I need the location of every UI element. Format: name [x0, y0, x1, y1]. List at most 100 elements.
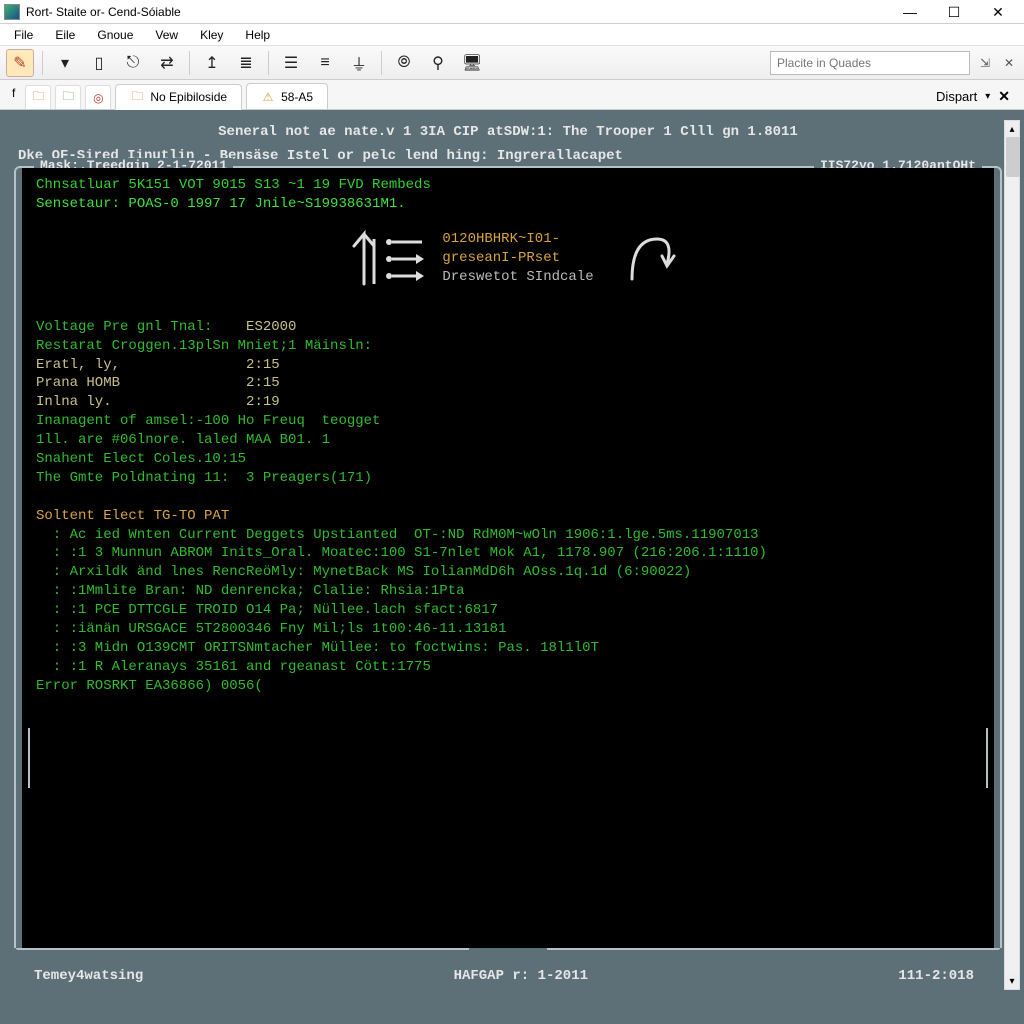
folder-orange-icon: 🗀: [32, 87, 44, 108]
tab-label: No Epibiloside: [150, 90, 227, 104]
vertical-scrollbar[interactable]: ▴ ▾: [1004, 120, 1020, 990]
menu-file[interactable]: File: [4, 26, 43, 44]
term-line: Sensetaur: POAS-0 1997 17 Jnile~S1993863…: [36, 195, 980, 214]
scroll-track[interactable]: [1005, 137, 1019, 973]
kv-row: Voltage Pre gnl Tnal: ES2000: [36, 318, 980, 337]
toolbar-sep: [189, 51, 190, 75]
workspace: Seneral not ae nate.v 1 3IA CIP atSDW:1:…: [0, 110, 1024, 1024]
list-item: : :iänän URSGACE 5T2800346 Fny Mil;ls 1t…: [36, 620, 980, 639]
section2-title: Soltent Elect TG-TO PAT: [36, 507, 980, 526]
diagram-label-3: Dreswetot SIndcale: [442, 268, 593, 287]
tab-short-3[interactable]: ◎: [85, 85, 111, 109]
tab-strip: f 🗀 🗀 ◎ 🗀 No Epibiloside ⚠ 58-A5 Dispart…: [0, 80, 1024, 110]
tool-lamp-icon[interactable]: ▯: [85, 49, 113, 77]
menu-view[interactable]: Vew: [145, 26, 188, 44]
diagram: 0120HBHRK~I01- greseanI-PRset Dreswetot …: [36, 224, 980, 294]
kv-row: Eratl, ly, 2:15: [36, 356, 980, 375]
tool-monitor-icon[interactable]: 🖥: [458, 49, 486, 77]
tool-paint-icon[interactable]: ✎: [6, 49, 34, 77]
tool-share-icon[interactable]: ⇄: [153, 49, 181, 77]
main-toolbar: ✎ ▾ ▯ ⎋ ⇄ ↥ ≣ ☰ ≡ ⏚ ⦾ ⚲ 🖥 ⇲ ✕: [0, 46, 1024, 80]
diagram-labels: 0120HBHRK~I01- greseanI-PRset Dreswetot …: [442, 230, 593, 287]
list-item: : :1Mmlite Bran: ND denrencka; Clalie: R…: [36, 582, 980, 601]
arrow-left-icon: [334, 224, 424, 294]
console-frame: Seneral not ae nate.v 1 3IA CIP atSDW:1:…: [14, 120, 1002, 990]
footer-left: Temey4watsing: [28, 968, 149, 984]
tab-right-control: Dispart ▾ ✕: [928, 88, 1018, 109]
bracket-right: [970, 728, 988, 788]
kv-row: Prana HOMB 2:15: [36, 374, 980, 393]
kv-row: Inlna ly. 2:19: [36, 393, 980, 412]
error-line: Error ROSRKT EA36866) 0056(: [36, 677, 980, 696]
target-red-icon: ◎: [93, 91, 103, 105]
section-raw: Inanagent of amsel:-100 Ho Freuq teogget…: [36, 412, 980, 488]
term-line: Inanagent of amsel:-100 Ho Freuq teogget: [36, 412, 980, 431]
toolbar-sep: [42, 51, 43, 75]
tab-prefix: f: [6, 86, 21, 104]
bracket-left: [28, 728, 46, 788]
menu-help[interactable]: Help: [235, 26, 280, 44]
folder-icon: 🗀: [130, 90, 144, 104]
app-icon: [4, 4, 20, 20]
term-line: The Gmte Poldnating 11: 3 Preagers(171): [36, 469, 980, 488]
section-list: : Ac ied Wnten Current Deggets Upstiante…: [36, 526, 980, 677]
list-item: : Ac ied Wnten Current Deggets Upstiante…: [36, 526, 980, 545]
minimize-button[interactable]: ―: [888, 1, 932, 23]
search-input[interactable]: [770, 51, 970, 75]
tool-branch-icon[interactable]: ⎋: [119, 49, 147, 77]
scroll-down-icon[interactable]: ▾: [1005, 973, 1019, 989]
tool-dropdown-icon[interactable]: ▾: [51, 49, 79, 77]
tool-up-arrow-icon[interactable]: ↥: [198, 49, 226, 77]
console-title: Seneral not ae nate.v 1 3IA CIP atSDW:1:…: [14, 120, 1002, 148]
term-line: 1ll. are #06lnore. laled MAA B01. 1: [36, 431, 980, 450]
tab-short-1[interactable]: 🗀: [25, 85, 51, 109]
term-line: Chnsatluar 5K151 VOT 9015 S13 ~1 19 FVD …: [36, 176, 980, 195]
close-button[interactable]: ✕: [976, 1, 1020, 23]
console-footer: Temey4watsing HAFGAP r: 1-2011 111-2:018: [28, 968, 980, 984]
window-title: Rort- Staite or- Cend-Sóiable: [26, 5, 888, 19]
chevron-down-icon[interactable]: ▾: [985, 91, 990, 102]
warn-icon: ⚠: [261, 90, 275, 104]
diagram-label-2: greseanI-PRset: [442, 249, 593, 268]
search-close-icon[interactable]: ✕: [1000, 54, 1018, 72]
list-item: : Arxildk änd lnes RencReöMly: MynetBack…: [36, 563, 980, 582]
title-bar: Rort- Staite or- Cend-Sóiable ― ☐ ✕: [0, 0, 1024, 24]
scroll-thumb[interactable]: [1006, 137, 1020, 177]
window-buttons: ― ☐ ✕: [888, 1, 1020, 23]
search-pin-icon[interactable]: ⇲: [976, 54, 994, 72]
tab-short-2[interactable]: 🗀: [55, 85, 81, 109]
tool-indent-icon[interactable]: ≣: [232, 49, 260, 77]
kv-row: Restarat Croggen.13plSn Mniet;1 Mäinsln:: [36, 337, 980, 356]
tool-weight-icon[interactable]: ⏚: [345, 49, 373, 77]
folder-green-icon: 🗀: [62, 87, 74, 108]
tool-align-center-icon[interactable]: ≡: [311, 49, 339, 77]
tool-pin-icon[interactable]: ⚲: [424, 49, 452, 77]
term-line: Snahent Elect Coles.10:15: [36, 450, 980, 469]
tool-align-left-icon[interactable]: ☰: [277, 49, 305, 77]
menu-kley[interactable]: Kley: [190, 26, 233, 44]
footer-right: 111-2:018: [892, 968, 980, 984]
menu-gnoue[interactable]: Gnoue: [87, 26, 143, 44]
list-item: : :1 PCE DTTCGLE TROID O14 Pa; Nüllee.la…: [36, 601, 980, 620]
menu-eile[interactable]: Eile: [45, 26, 85, 44]
term-blank: [36, 488, 980, 507]
terminal-frame: Mask:.Treedgin 2-1-72011 IIS72yo 1.7120a…: [14, 166, 1002, 948]
tab-main[interactable]: 🗀 No Epibiloside: [115, 84, 242, 110]
menu-bar: File Eile Gnoue Vew Kley Help: [0, 24, 1024, 46]
tab-secondary[interactable]: ⚠ 58-A5: [246, 83, 328, 109]
scroll-up-icon[interactable]: ▴: [1005, 121, 1019, 137]
terminal-output[interactable]: Chnsatluar 5K151 VOT 9015 S13 ~1 19 FVD …: [22, 168, 994, 948]
dispart-label: Dispart: [936, 89, 977, 104]
toolbar-sep: [381, 51, 382, 75]
arrow-curve-icon: [612, 224, 682, 294]
diagram-label-1: 0120HBHRK~I01-: [442, 230, 593, 249]
tab-label: 58-A5: [281, 90, 313, 104]
maximize-button[interactable]: ☐: [932, 1, 976, 23]
close-tab-icon[interactable]: ✕: [998, 88, 1010, 105]
list-item: : :3 Midn O139CMT ORITSNmtacher Müllee: …: [36, 639, 980, 658]
list-item: : :1 3 Munnun ABROM Inits_Oral. Moatec:1…: [36, 544, 980, 563]
section-voltage: Voltage Pre gnl Tnal: ES2000Restarat Cro…: [36, 318, 980, 412]
tool-zoom-icon[interactable]: ⦾: [390, 49, 418, 77]
toolbar-sep: [268, 51, 269, 75]
footer-mid: HAFGAP r: 1-2011: [448, 968, 594, 984]
